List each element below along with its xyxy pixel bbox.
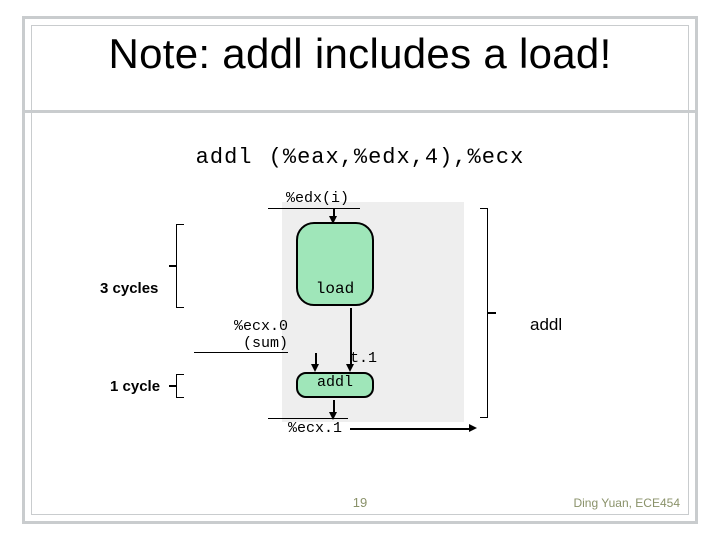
three-cycles-label: 3 cycles	[100, 280, 158, 297]
title-underline	[24, 110, 696, 113]
three-cycles-bracket	[176, 224, 184, 308]
one-cycle-bracket	[176, 374, 184, 398]
three-cycles-tick	[169, 265, 177, 267]
one-cycle-label: 1 cycle	[110, 378, 160, 395]
addl-right-tick	[488, 312, 496, 314]
instruction-code: addl (%eax,%edx,4),%ecx	[0, 145, 720, 170]
addl-big-label: addl	[530, 315, 562, 335]
t1-label: t.1	[350, 350, 377, 367]
one-cycle-tick	[169, 385, 177, 387]
ecx0-line2: (sum)	[243, 335, 288, 352]
pipeline-diagram: %edx(i) load t.1 %ecx.0 (sum) addl %ecx.…	[0, 190, 720, 480]
arrow-ecx0-to-addl-head	[311, 364, 319, 372]
addl-small-label: addl	[296, 374, 374, 391]
slide-title: Note: addl includes a load!	[24, 20, 696, 114]
ecx1-label: %ecx.1	[288, 420, 342, 437]
slide: Note: addl includes a load! addl (%eax,%…	[0, 0, 720, 540]
edx-underline	[268, 208, 360, 209]
ecx1-overline	[268, 418, 348, 419]
ecx0-line1: %ecx.0	[234, 318, 288, 335]
edx-label: %edx(i)	[286, 190, 349, 207]
load-label: load	[296, 280, 374, 298]
ecx1-return-arrow	[469, 424, 477, 432]
author-credit: Ding Yuan, ECE454	[573, 496, 680, 510]
ecx0-label: %ecx.0 (sum)	[218, 318, 288, 352]
ecx0-underline	[194, 352, 288, 353]
addl-right-bracket	[480, 208, 488, 418]
ecx1-return-line	[350, 428, 470, 430]
